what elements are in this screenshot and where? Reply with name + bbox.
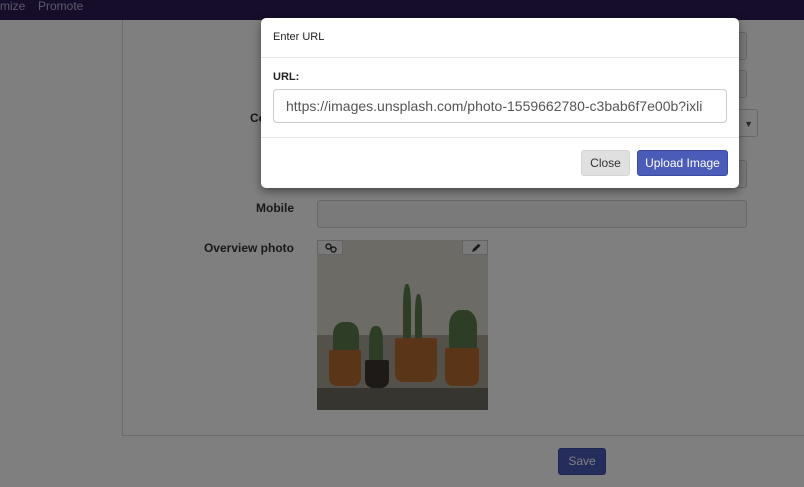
modal-header: Enter URL: [261, 18, 739, 58]
modal-footer: Close Upload Image: [261, 137, 739, 188]
url-label: URL:: [273, 71, 300, 83]
modal-body: URL:: [261, 58, 739, 137]
url-input[interactable]: [273, 89, 727, 123]
close-button[interactable]: Close: [581, 150, 630, 176]
upload-image-button[interactable]: Upload Image: [637, 150, 728, 176]
enter-url-modal: Enter URL URL: Close Upload Image: [261, 18, 739, 188]
modal-title: Enter URL: [273, 31, 325, 43]
